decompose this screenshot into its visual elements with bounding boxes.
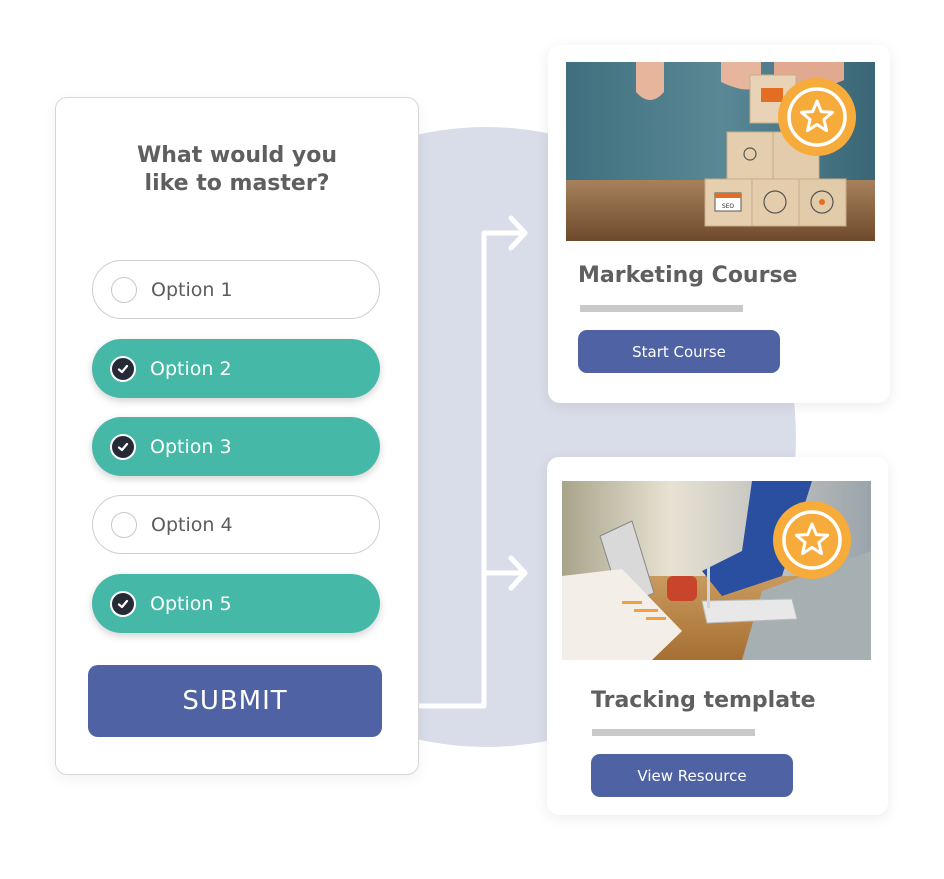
option-label: Option 2 (150, 357, 232, 380)
result-card-tracking-template: Tracking template View Resource (547, 457, 888, 815)
option-5[interactable]: Option 5 (92, 574, 380, 633)
option-label: Option 4 (151, 513, 233, 536)
star-icon (782, 510, 842, 570)
option-label: Option 5 (150, 592, 232, 615)
placeholder-line (580, 305, 743, 312)
result-title: Marketing Course (578, 263, 798, 288)
option-3[interactable]: Option 3 (92, 417, 380, 476)
option-4[interactable]: Option 4 (92, 495, 380, 554)
star-icon (787, 87, 847, 147)
checkmark-icon (110, 355, 136, 382)
placeholder-line (592, 729, 755, 736)
svg-text:SEO: SEO (722, 203, 735, 210)
connector-trunk (417, 230, 525, 709)
badge (778, 78, 856, 156)
quiz-form-card: What would you like to master? Option 1 … (55, 97, 419, 775)
checkmark-icon (110, 433, 136, 460)
option-label: Option 3 (150, 435, 232, 458)
question-heading: What would you like to master? (136, 143, 338, 196)
view-resource-button[interactable]: View Resource (591, 754, 793, 797)
result-title: Tracking template (591, 688, 816, 713)
checkmark-icon (110, 590, 136, 617)
option-label: Option 1 (151, 278, 233, 301)
radio-unchecked-icon (111, 511, 137, 538)
result-card-marketing-course: SEO Marketing Course Start Course (548, 45, 890, 403)
start-course-button[interactable]: Start Course (578, 330, 780, 373)
badge (773, 501, 851, 579)
option-1[interactable]: Option 1 (92, 260, 380, 319)
option-2[interactable]: Option 2 (92, 339, 380, 398)
radio-unchecked-icon (111, 276, 137, 303)
submit-button[interactable]: SUBMIT (88, 665, 382, 737)
